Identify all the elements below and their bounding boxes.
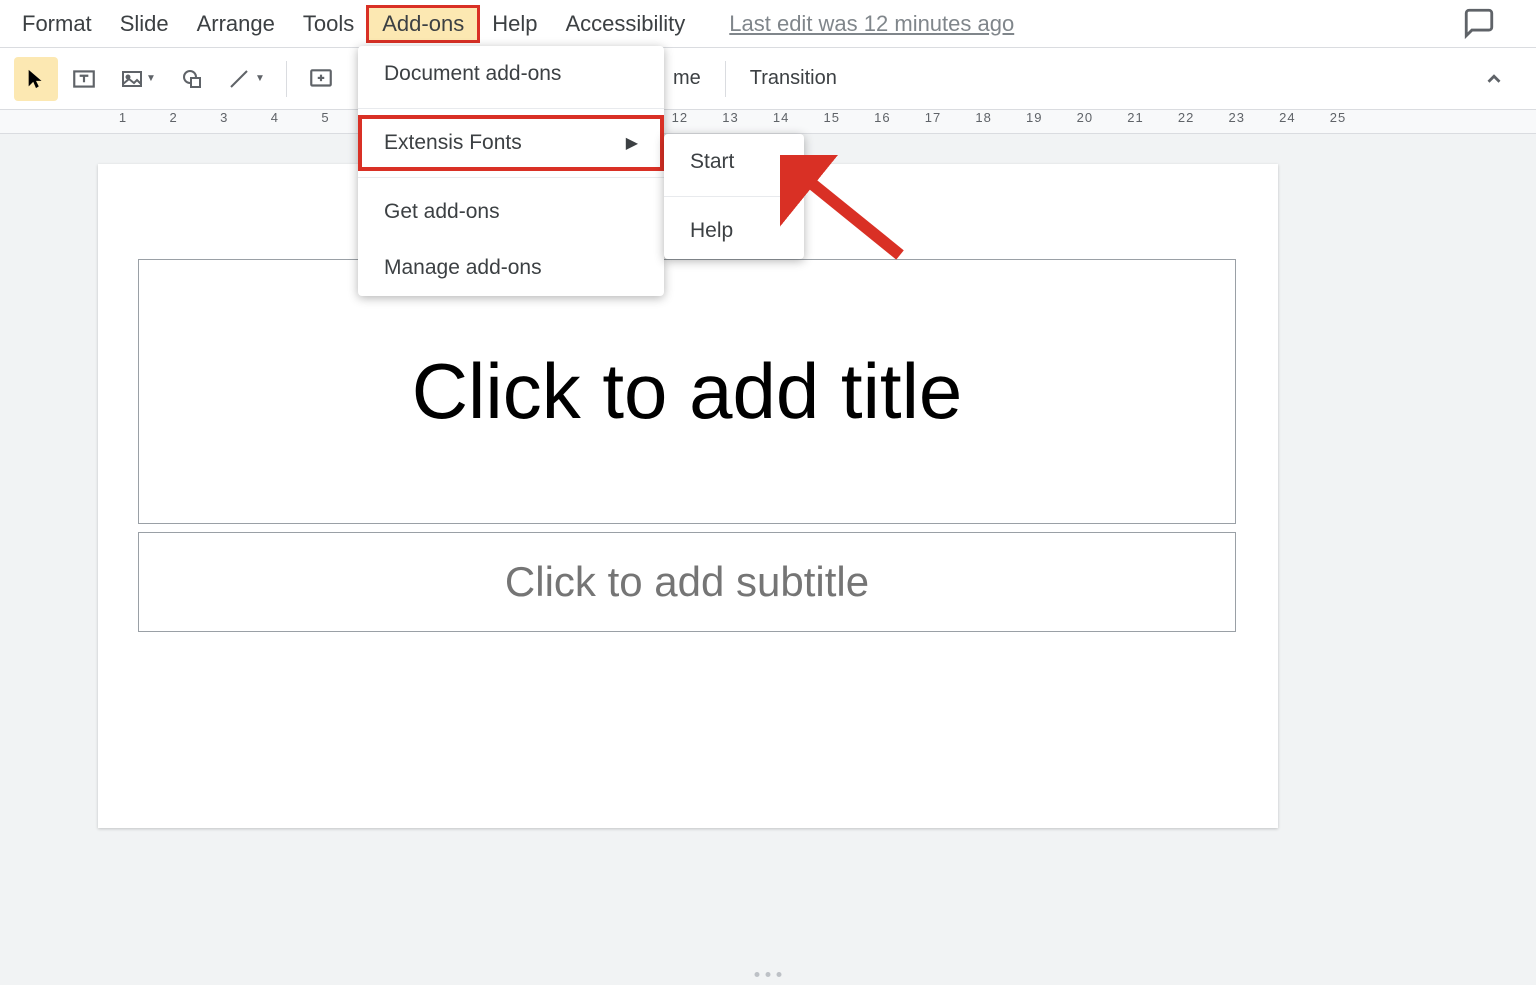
menu-arrange[interactable]: Arrange (183, 7, 289, 41)
textbox-tool[interactable] (62, 57, 106, 101)
subtitle-placeholder[interactable]: Click to add subtitle (138, 532, 1236, 632)
ruler-tick: 3 (201, 110, 247, 125)
theme-button-partial[interactable]: me (661, 67, 713, 90)
ruler-tick: 19 (1011, 110, 1057, 125)
start-item[interactable]: Start (664, 134, 804, 190)
dropdown-separator (664, 196, 804, 197)
line-tool[interactable]: ▼ (218, 57, 274, 101)
extensis-fonts-item[interactable]: Extensis Fonts ▶ (358, 115, 664, 171)
ruler-tick: 25 (1315, 110, 1361, 125)
ruler-tick: 15 (809, 110, 855, 125)
dropdown-separator (358, 177, 664, 178)
ruler-tick: 13 (708, 110, 754, 125)
title-placeholder-text: Click to add title (412, 346, 963, 437)
last-edit-label[interactable]: Last edit was 12 minutes ago (729, 11, 1014, 37)
shape-tool[interactable] (170, 57, 214, 101)
menu-slide[interactable]: Slide (106, 7, 183, 41)
select-tool[interactable] (14, 57, 58, 101)
document-addons-item[interactable]: Document add-ons (358, 46, 664, 102)
menu-format[interactable]: Format (8, 7, 106, 41)
get-addons-item[interactable]: Get add-ons (358, 184, 664, 240)
menu-label: Document add-ons (384, 62, 561, 86)
menu-label: Manage add-ons (384, 256, 542, 280)
ruler-tick: 24 (1264, 110, 1310, 125)
transition-button[interactable]: Transition (738, 67, 849, 90)
ruler-tick: 1 (100, 110, 146, 125)
ruler-tick: 17 (910, 110, 956, 125)
comment-tool[interactable] (299, 57, 343, 101)
menu-label: Extensis Fonts (384, 131, 522, 155)
menu-tools[interactable]: Tools (289, 7, 368, 41)
collapse-toolbar-icon[interactable] (1472, 57, 1516, 101)
menu-label: Start (690, 150, 734, 174)
ruler-tick: 21 (1113, 110, 1159, 125)
menu-accessibility[interactable]: Accessibility (551, 7, 699, 41)
ruler-tick: 22 (1163, 110, 1209, 125)
menubar: Format Slide Arrange Tools Add-ons Help … (0, 0, 1536, 48)
menu-label: Help (690, 219, 733, 243)
menu-addons[interactable]: Add-ons (368, 7, 478, 41)
ruler-tick: 20 (1062, 110, 1108, 125)
slide-canvas[interactable]: Click to add title Click to add subtitle (0, 134, 1536, 985)
dropdown-separator (358, 108, 664, 109)
ruler-tick: 18 (961, 110, 1007, 125)
toolbar-separator (286, 61, 287, 97)
help-item[interactable]: Help (664, 203, 804, 259)
ruler-tick: 23 (1214, 110, 1260, 125)
ruler-tick: 2 (151, 110, 197, 125)
toolbar: ▼ ▼ me Transition (0, 48, 1536, 110)
extensis-submenu: Start Help (664, 134, 804, 259)
toolbar-separator (725, 61, 726, 97)
addons-dropdown: Document add-ons Extensis Fonts ▶ Get ad… (358, 46, 664, 296)
ruler-tick: 5 (303, 110, 349, 125)
ruler: 1 2 3 4 5 6 7 8 9 10 11 12 13 14 15 16 1… (0, 110, 1536, 134)
ruler-tick: 14 (758, 110, 804, 125)
ruler-tick: 4 (252, 110, 298, 125)
menu-label: Get add-ons (384, 200, 500, 224)
slide[interactable]: Click to add title Click to add subtitle (98, 164, 1278, 828)
drag-handle-icon[interactable] (755, 972, 782, 977)
submenu-arrow-icon: ▶ (626, 133, 638, 153)
subtitle-placeholder-text: Click to add subtitle (505, 558, 869, 606)
ruler-tick: 16 (859, 110, 905, 125)
menu-help[interactable]: Help (478, 7, 551, 41)
title-placeholder[interactable]: Click to add title (138, 259, 1236, 524)
comment-icon[interactable] (1462, 6, 1496, 46)
image-tool[interactable]: ▼ (110, 57, 166, 101)
manage-addons-item[interactable]: Manage add-ons (358, 240, 664, 296)
